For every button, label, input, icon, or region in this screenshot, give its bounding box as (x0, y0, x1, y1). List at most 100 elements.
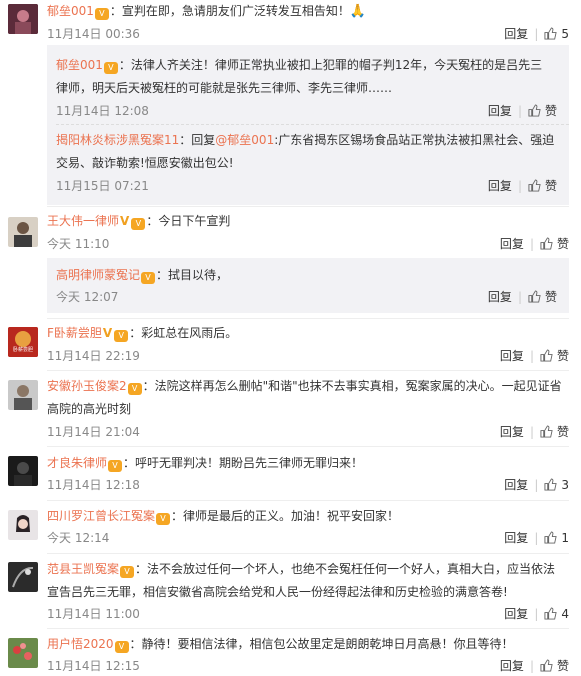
reply-button[interactable]: 回复 (500, 425, 524, 439)
user-name[interactable]: 揭阳林炎标涉黑冤案11 (56, 133, 179, 147)
thumbs-up-icon (544, 478, 558, 491)
avatar[interactable] (8, 638, 38, 668)
timestamp: 11月14日 22:19 (47, 349, 140, 363)
reply-text: :广东省揭东区锡场食品站正常执法被扣黑社会、强迫 (274, 133, 555, 147)
like-button[interactable]: 赞 (528, 104, 557, 118)
member-badge-icon: V (141, 272, 156, 284)
comment-text: ：律师是最后的正义。加油！祝平安回家！ (171, 509, 400, 523)
mention-link[interactable]: @郁垒001 (215, 133, 274, 147)
reply-text: ：拭目以待， (156, 268, 229, 282)
comment-text: ：彩虹总在风雨后。 (129, 326, 238, 340)
thumbs-up-icon (544, 531, 558, 544)
thumbs-up-icon (544, 607, 558, 620)
member-badge-icon: V (94, 8, 109, 20)
timestamp: 今天 11:10 (47, 237, 110, 251)
thumbs-up-icon (540, 425, 553, 438)
timestamp: 11月14日 21:04 (47, 425, 140, 439)
avatar[interactable] (8, 456, 38, 486)
user-name[interactable]: 范县王凯冤案 (47, 562, 119, 576)
user-name[interactable]: F卧薪尝胆 (47, 326, 102, 340)
user-name[interactable]: 郁垒001 (56, 58, 103, 72)
comment-text: ：宣判在即，急请朋友们广泛转发互相告知！ (109, 4, 350, 18)
like-button[interactable]: 3 (544, 478, 569, 492)
like-button[interactable]: 赞 (528, 179, 557, 193)
like-button[interactable]: 赞 (540, 425, 569, 439)
thumbs-up-icon (528, 104, 541, 117)
thumbs-up-icon (540, 237, 553, 250)
divider (47, 370, 569, 371)
reply-button[interactable]: 回复 (504, 27, 528, 41)
divider (47, 628, 569, 629)
like-button[interactable]: 赞 (528, 290, 557, 304)
like-button[interactable]: 1 (544, 531, 569, 545)
reply-text: 律师，明天后天被冤枉的可能就是张先三律师、李先三律师…… (56, 81, 393, 95)
thumbs-up-icon (528, 290, 541, 303)
member-badge-icon: V (120, 566, 135, 578)
thumbs-up-icon (528, 179, 541, 192)
reply-button[interactable]: 回复 (500, 349, 524, 363)
timestamp: 11月15日 07:21 (56, 179, 149, 193)
member-badge-icon: V (156, 513, 171, 525)
comment-text: ：呼吁无罪判决！期盼吕先三律师无罪归来！ (123, 456, 364, 470)
reply-text: 交易、敲诈勒索!恒愿安徽出包公! (56, 156, 234, 170)
timestamp: 11月14日 11:00 (47, 607, 140, 621)
avatar[interactable]: 卧薪尝胆 (8, 327, 38, 357)
user-name[interactable]: 郁垒001 (47, 4, 94, 18)
thumbs-up-icon (540, 349, 553, 362)
reply-button[interactable]: 回复 (504, 607, 528, 621)
avatar[interactable] (8, 4, 38, 34)
user-name[interactable]: 高明律师蒙冤记 (56, 268, 140, 282)
comment-text: ：静待！要相信法律，相信包公故里定是朗朗乾坤日月高悬！你且等待！ (129, 637, 514, 651)
divider (47, 206, 569, 207)
divider (47, 446, 569, 447)
verified-v-icon: V (120, 214, 130, 228)
member-badge-icon: V (131, 218, 146, 230)
like-button[interactable]: 赞 (540, 659, 569, 673)
divider (47, 553, 569, 554)
timestamp: 今天 12:07 (56, 290, 119, 304)
member-badge-icon: V (114, 641, 129, 653)
timestamp: 11月14日 12:15 (47, 659, 140, 673)
thumbs-up-icon (540, 659, 553, 672)
reply-button[interactable]: 回复 (488, 290, 512, 304)
reply-button[interactable]: 回复 (500, 237, 524, 251)
reply-text: ：法律人齐关注！律师正常执业被扣上犯罪的帽子判12年，今天冤枉的是吕先三 (118, 58, 543, 72)
member-badge-icon: V (114, 330, 129, 342)
user-name[interactable]: 王大伟一律师 (47, 214, 119, 228)
thumbs-up-icon (544, 27, 558, 40)
member-badge-icon: V (127, 383, 142, 395)
divider (47, 500, 569, 501)
verified-v-icon: V (102, 326, 113, 340)
like-button[interactable]: 5 (544, 27, 569, 41)
divider (47, 318, 569, 319)
reply-button[interactable]: 回复 (488, 104, 512, 118)
like-button[interactable]: 4 (544, 607, 569, 621)
avatar[interactable] (8, 380, 38, 410)
divider (56, 124, 569, 125)
user-name[interactable]: 用户悟2020 (47, 637, 114, 651)
comment-text: 宣告吕先三无罪，相信安徽省高院会给党和人民一份经得起法律和历史检验的满意答卷! (47, 585, 508, 599)
like-button[interactable]: 赞 (540, 237, 569, 251)
timestamp: 11月14日 12:08 (56, 104, 149, 118)
avatar[interactable] (8, 510, 38, 540)
comment-text: ：法院这样再怎么删帖"和谐"也抹不去事实真相，冤案家属的决心。一起见证省 (142, 379, 562, 393)
like-button[interactable]: 赞 (540, 349, 569, 363)
user-name[interactable]: 才良朱律师 (47, 456, 107, 470)
member-badge-icon: V (108, 460, 123, 472)
reply-button[interactable]: 回复 (500, 659, 524, 673)
user-name[interactable]: 四川罗江曾长江冤案 (47, 509, 155, 523)
comment-text: 高院的高光时刻 (47, 402, 132, 416)
avatar[interactable] (8, 562, 38, 592)
user-name[interactable]: 安徽孙玉俊案2 (47, 379, 127, 393)
comment-text: ：今日下午宣判 (146, 214, 231, 228)
reply-button[interactable]: 回复 (504, 478, 528, 492)
comment-text: ：法不会放过任何一个坏人，也绝不会冤枉任何一个好人，真相大白，应当依法 (135, 562, 556, 576)
reply-button[interactable]: 回复 (488, 179, 512, 193)
member-badge-icon: V (103, 62, 118, 74)
folded-hands-icon: 🙏 (349, 4, 367, 19)
avatar[interactable] (8, 217, 38, 247)
timestamp: 今天 12:14 (47, 531, 110, 545)
timestamp: 11月14日 00:36 (47, 27, 140, 41)
reply-button[interactable]: 回复 (504, 531, 528, 545)
timestamp: 11月14日 12:18 (47, 478, 140, 492)
